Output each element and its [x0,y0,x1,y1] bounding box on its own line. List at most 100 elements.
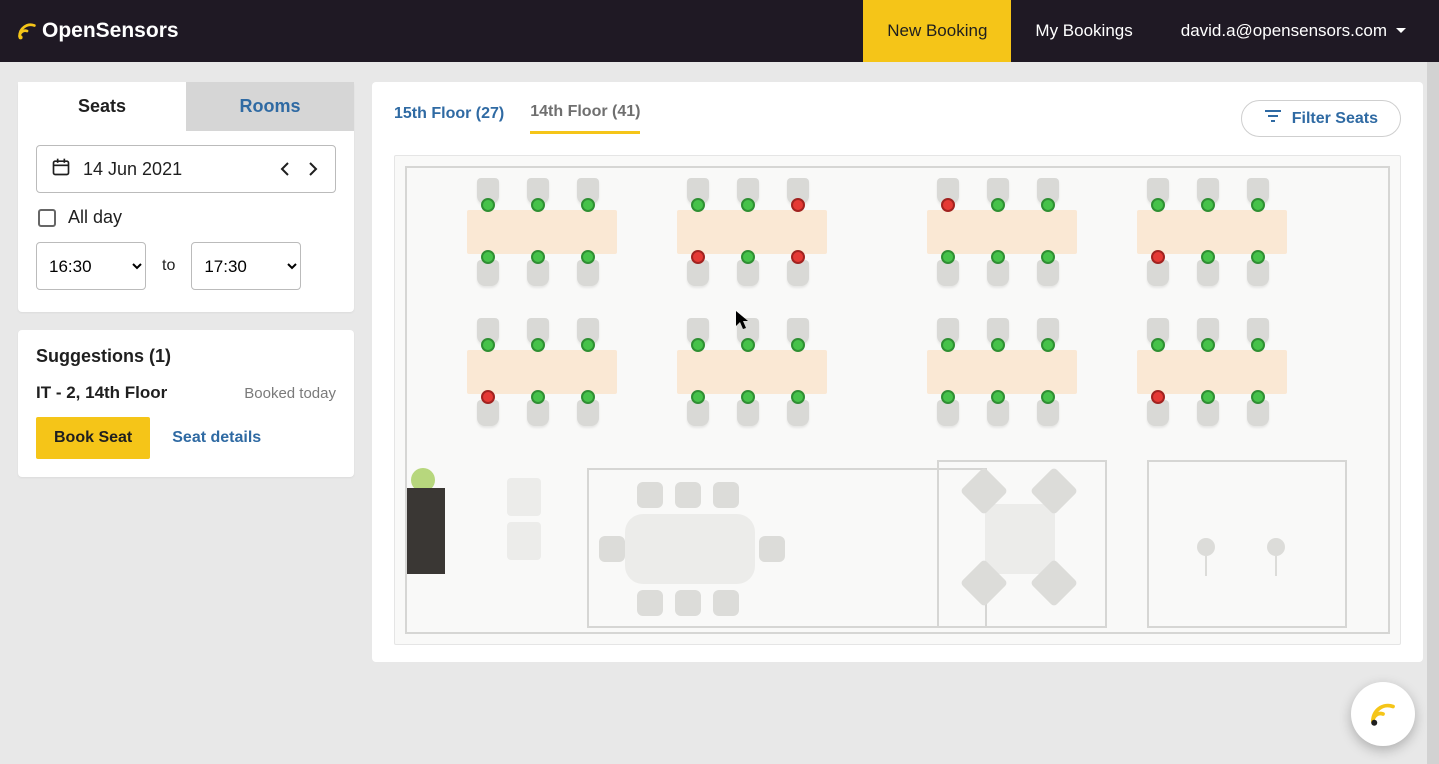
filter-seats-button[interactable]: Filter Seats [1241,100,1401,137]
seat-available[interactable] [941,390,955,404]
brand-name: OpenSensors [42,19,179,43]
user-email: david.a@opensensors.com [1181,21,1387,41]
to-label: to [162,257,175,275]
desk [467,210,617,254]
seat-available[interactable] [991,250,1005,264]
seat-available[interactable] [531,250,545,264]
seat-available[interactable] [1251,250,1265,264]
date-picker[interactable]: 14 Jun 2021 [36,145,336,193]
seat-occupied[interactable] [1151,250,1165,264]
desk [677,350,827,394]
floor-tabs: 15th Floor (27) 14th Floor (41) Filter S… [394,100,1401,137]
floorplan-canvas [405,166,1390,634]
seat-available[interactable] [741,250,755,264]
main-panel: 15th Floor (27) 14th Floor (41) Filter S… [372,82,1423,662]
tab-seats[interactable]: Seats [18,82,186,131]
checkbox-icon [38,209,56,227]
suggestion-name: IT - 2, 14th Floor [36,383,167,403]
date-value: 14 Jun 2021 [83,159,182,180]
seat-available[interactable] [531,198,545,212]
seat-occupied[interactable] [1151,390,1165,404]
seat-available[interactable] [991,338,1005,352]
seat-available[interactable] [481,198,495,212]
sidebar-tabs: Seats Rooms [18,82,354,131]
seat-occupied[interactable] [791,250,805,264]
logo-icon [16,20,38,42]
help-chat-button[interactable] [1351,682,1415,746]
seat-available[interactable] [941,338,955,352]
meeting-table [625,514,755,584]
seat-available[interactable] [531,390,545,404]
seat-available[interactable] [691,338,705,352]
desk [677,210,827,254]
calendar-icon [51,157,71,182]
scrollbar[interactable] [1427,62,1439,764]
seat-available[interactable] [581,390,595,404]
seat-available[interactable] [1041,390,1055,404]
seat-available[interactable] [581,338,595,352]
seat-available[interactable] [581,250,595,264]
seat-available[interactable] [1201,338,1215,352]
date-prev[interactable] [273,157,297,181]
seat-available[interactable] [1151,338,1165,352]
seat-occupied[interactable] [791,198,805,212]
seat-occupied[interactable] [941,198,955,212]
tab-rooms[interactable]: Rooms [186,82,354,131]
desk [1137,350,1287,394]
seat-available[interactable] [991,390,1005,404]
seat-occupied[interactable] [691,250,705,264]
seat-available[interactable] [1041,338,1055,352]
seat-available[interactable] [741,390,755,404]
nav-my-bookings-label: My Bookings [1035,21,1132,41]
time-to-select[interactable]: 17:30 [191,242,301,290]
floor-tab-14[interactable]: 14th Floor (41) [530,103,640,134]
seat-available[interactable] [991,198,1005,212]
seat-available[interactable] [481,338,495,352]
seat-available[interactable] [691,390,705,404]
seat-available[interactable] [1041,250,1055,264]
seat-available[interactable] [741,338,755,352]
nav-my-bookings[interactable]: My Bookings [1011,0,1156,62]
seat-available[interactable] [1041,198,1055,212]
seat-available[interactable] [741,198,755,212]
seat-available[interactable] [791,390,805,404]
suggestion-note: Booked today [244,385,336,402]
seat-details-link[interactable]: Seat details [172,429,261,447]
seat-occupied[interactable] [481,390,495,404]
filters-card: Seats Rooms 14 Jun 2021 All day [18,82,354,312]
filter-seats-label: Filter Seats [1292,110,1378,128]
sidebar: Seats Rooms 14 Jun 2021 All day [18,82,354,662]
desk [927,210,1077,254]
seat-available[interactable] [581,198,595,212]
seat-available[interactable] [481,250,495,264]
book-seat-button[interactable]: Book Seat [36,417,150,459]
cursor-icon [735,310,749,330]
bookcase [407,488,445,574]
app-header: OpenSensors New Booking My Bookings davi… [0,0,1439,62]
seat-available[interactable] [1201,250,1215,264]
chevron-down-icon [1395,25,1407,37]
nav-new-booking-label: New Booking [887,21,987,41]
all-day-checkbox[interactable]: All day [36,207,336,228]
nav-new-booking[interactable]: New Booking [863,0,1011,62]
brand-logo: OpenSensors [16,0,179,62]
time-from-select[interactable]: 16:30 [36,242,146,290]
desk [467,350,617,394]
seat-available[interactable] [791,338,805,352]
seat-available[interactable] [941,250,955,264]
floor-tab-15[interactable]: 15th Floor (27) [394,105,504,133]
floorplan[interactable] [394,155,1401,645]
seat-available[interactable] [1201,390,1215,404]
date-next[interactable] [301,157,325,181]
seat-available[interactable] [1251,390,1265,404]
seat-available[interactable] [531,338,545,352]
seat-available[interactable] [1251,338,1265,352]
suggestions-card: Suggestions (1) IT - 2, 14th Floor Booke… [18,330,354,477]
seat-available[interactable] [691,198,705,212]
user-menu[interactable]: david.a@opensensors.com [1157,0,1439,62]
seat-available[interactable] [1251,198,1265,212]
desk [927,350,1077,394]
seat-available[interactable] [1201,198,1215,212]
filter-icon [1264,109,1282,128]
seat-available[interactable] [1151,198,1165,212]
